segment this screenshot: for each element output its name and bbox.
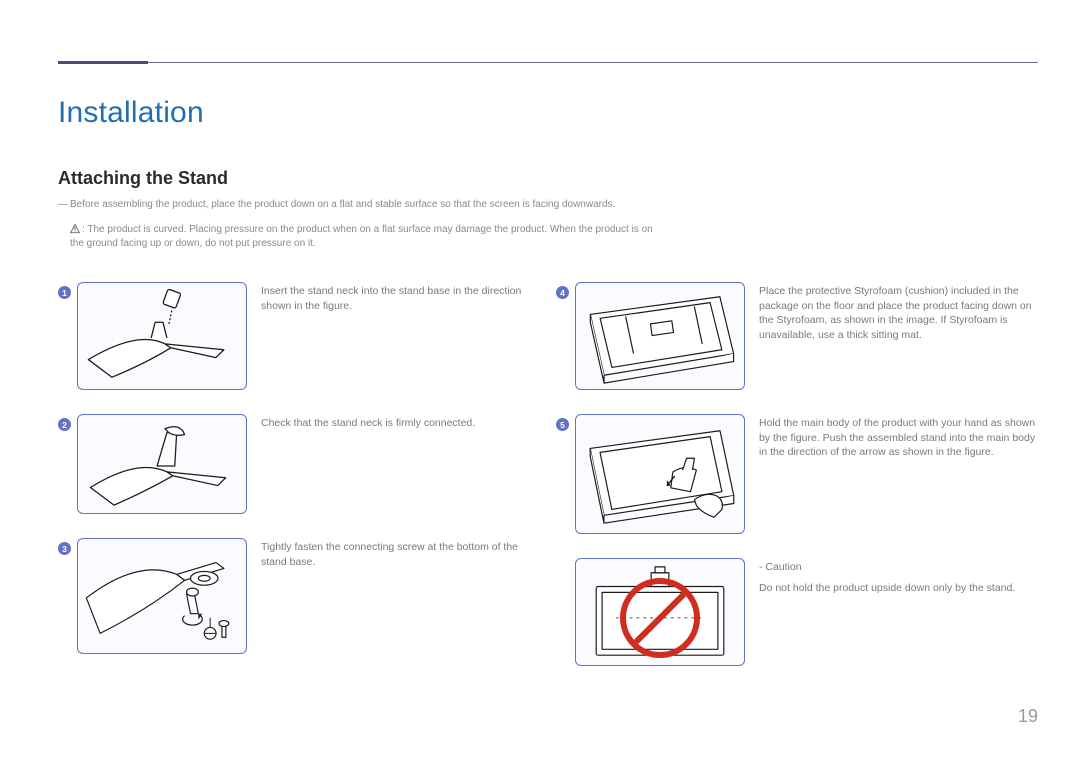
content-area: 1 Insert the stand neck into the stand b… bbox=[58, 282, 1038, 703]
step-badge: 4 bbox=[556, 286, 569, 299]
intro-block: ― Before assembling the product, place t… bbox=[60, 198, 660, 252]
warning-icon bbox=[70, 224, 80, 234]
step-4-text: Place the protective Styrofoam (cushion)… bbox=[759, 282, 1036, 343]
step-5-text: Hold the main body of the product with y… bbox=[759, 414, 1036, 460]
step-2: 2 Check that the stand neck is firmly co… bbox=[58, 414, 532, 514]
figure-4 bbox=[575, 282, 745, 390]
prohibition-icon bbox=[620, 578, 700, 658]
left-column: 1 Insert the stand neck into the stand b… bbox=[58, 282, 532, 654]
figure-2 bbox=[77, 414, 247, 514]
intro-dash: ― bbox=[58, 198, 68, 213]
page-title: Installation bbox=[58, 96, 204, 130]
step-badge: 5 bbox=[556, 418, 569, 431]
page-number: 19 bbox=[1018, 706, 1038, 727]
caution-text: Do not hold the product upside down only… bbox=[759, 581, 1036, 596]
step-badge: 2 bbox=[58, 418, 71, 431]
caution-title: - Caution bbox=[759, 560, 1036, 575]
figure-3 bbox=[77, 538, 247, 654]
step-3-text: Tightly fasten the connecting screw at t… bbox=[261, 538, 532, 569]
step-1: 1 Insert the stand neck into the stand b… bbox=[58, 282, 532, 390]
step-5: 5 bbox=[556, 414, 1036, 534]
caution-step: - Caution Do not hold the product upside… bbox=[556, 558, 1036, 666]
step-badge: 3 bbox=[58, 542, 71, 555]
figure-caution bbox=[575, 558, 745, 666]
header-rule bbox=[58, 62, 1038, 63]
intro-text: Before assembling the product, place the… bbox=[70, 198, 660, 213]
intro-warning-text: : The product is curved. Placing pressur… bbox=[70, 224, 653, 250]
figure-5 bbox=[575, 414, 745, 534]
intro-warning: : The product is curved. Placing pressur… bbox=[70, 223, 660, 252]
figure-1 bbox=[77, 282, 247, 390]
step-badge: 1 bbox=[58, 286, 71, 299]
step-2-text: Check that the stand neck is firmly conn… bbox=[261, 414, 532, 431]
header-accent bbox=[58, 61, 148, 64]
step-4: 4 Place the protective Styrofoam (cushio… bbox=[556, 282, 1036, 390]
section-title: Attaching the Stand bbox=[58, 168, 228, 189]
caution-text-block: - Caution Do not hold the product upside… bbox=[759, 558, 1036, 595]
right-column: 4 Place the protective Styrofoam (cushio… bbox=[556, 282, 1036, 666]
step-3: 3 bbox=[58, 538, 532, 654]
step-1-text: Insert the stand neck into the stand bas… bbox=[261, 282, 532, 313]
